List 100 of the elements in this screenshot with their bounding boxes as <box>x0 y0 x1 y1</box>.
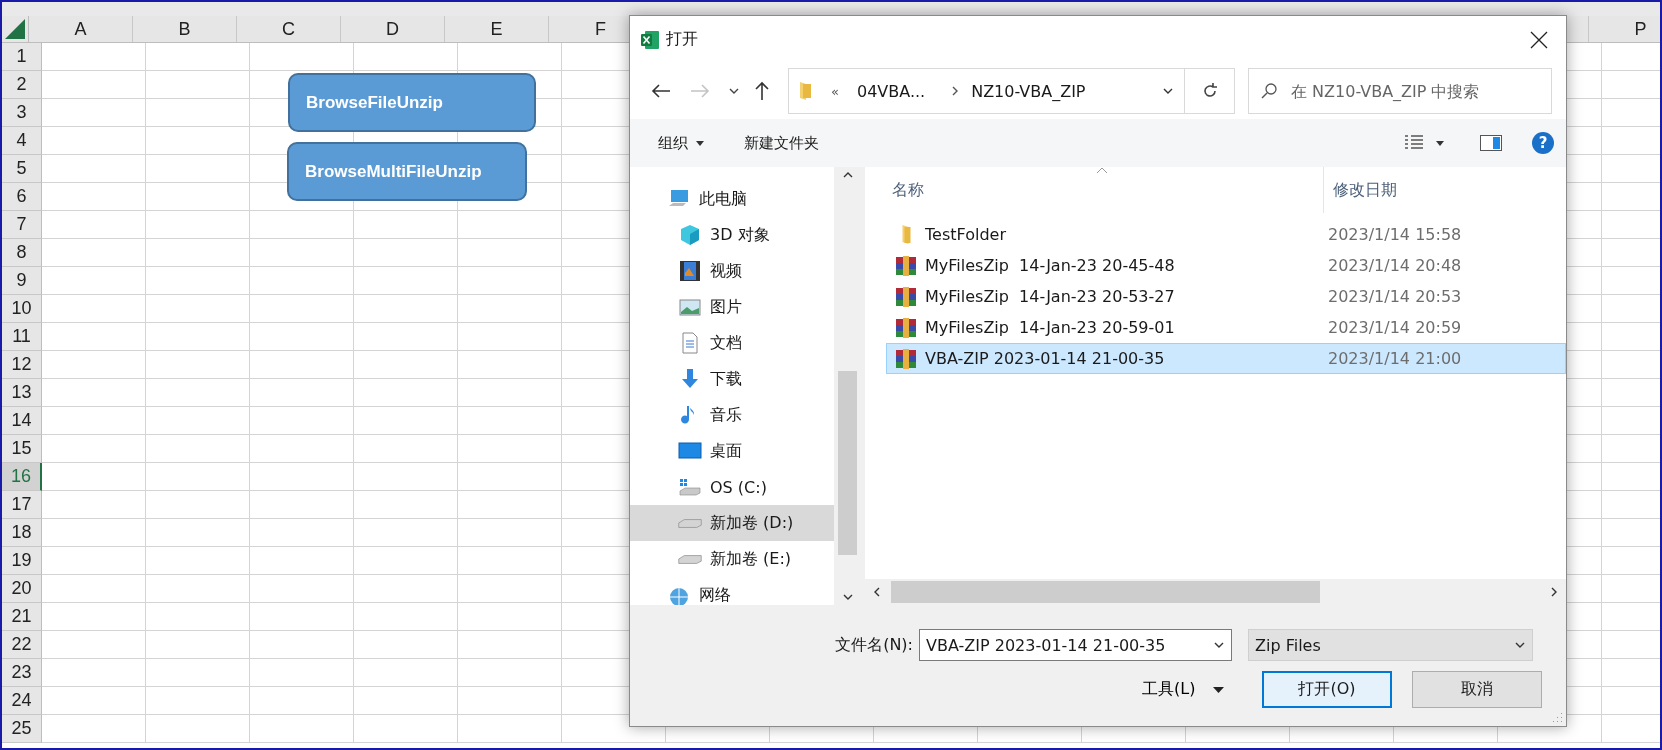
column-header[interactable]: B <box>178 18 191 40</box>
row-header[interactable]: 24 <box>2 687 42 715</box>
column-header[interactable]: F <box>595 18 606 40</box>
address-bar[interactable]: « 04VBA... NZ10-VBA_ZIP <box>788 68 1185 114</box>
breadcrumb[interactable]: 04VBA... <box>856 81 926 101</box>
folder-icon <box>799 81 813 101</box>
row-header[interactable]: 10 <box>2 295 42 323</box>
file-row[interactable]: MyFilesZip 14-Jan-23 20-53-27 2023/1/14 20:53 <box>886 281 1566 312</box>
row-header[interactable]: 25 <box>2 715 42 743</box>
cube-icon <box>678 223 702 247</box>
row-header[interactable]: 7 <box>2 211 42 239</box>
row-header[interactable]: 16 <box>2 463 42 491</box>
file-date: 2023/1/14 21:00 <box>1328 349 1462 368</box>
row-header[interactable]: 3 <box>2 99 42 127</box>
file-name: TestFolder <box>925 225 1007 244</box>
row-header[interactable]: 1 <box>2 43 42 71</box>
row-header[interactable]: 20 <box>2 575 42 603</box>
up-arrow-icon <box>754 81 770 101</box>
file-name: VBA-ZIP 2023-01-14 21-00-35 <box>925 349 1166 368</box>
column-header[interactable]: P <box>1634 18 1647 40</box>
right-arrow-icon <box>690 83 710 99</box>
file-row[interactable]: MyFilesZip 14-Jan-23 20-45-48 2023/1/14 20:48 <box>886 250 1566 281</box>
row-header[interactable]: 5 <box>2 155 42 183</box>
row-header[interactable]: 22 <box>2 631 42 659</box>
nav-item[interactable]: 下载 <box>630 361 834 397</box>
search-field[interactable]: 在 NZ10-VBA_ZIP 中搜索 <box>1248 68 1552 114</box>
chevron-down-icon <box>729 87 739 95</box>
column-header[interactable]: 名称 <box>892 179 1323 201</box>
row-header[interactable]: 6 <box>2 183 42 211</box>
row-header[interactable]: 15 <box>2 435 42 463</box>
tools-menu[interactable]: 工具(L) <box>1142 679 1242 700</box>
nav-item[interactable]: OS (C:) <box>630 469 834 505</box>
file-row[interactable]: TestFolder 2023/1/14 15:58 <box>886 219 1566 250</box>
scroll-thumb[interactable] <box>891 581 1320 603</box>
drive-icon <box>678 518 702 528</box>
scroll-thumb[interactable] <box>838 371 857 555</box>
dialog-title: 打开 <box>666 29 699 50</box>
close-icon <box>1530 30 1548 49</box>
filename-field[interactable]: VBA-ZIP 2023-01-14 21-00-35 <box>919 629 1232 661</box>
row-header[interactable]: 23 <box>2 659 42 687</box>
organize-menu[interactable]: 组织 <box>650 129 712 157</box>
open-button[interactable]: 打开(O) <box>1262 671 1392 708</box>
caret-icon <box>696 140 704 146</box>
nav-item[interactable]: 新加卷 (D:) <box>630 505 834 541</box>
row-header[interactable]: 8 <box>2 239 42 267</box>
column-header[interactable]: A <box>74 18 87 40</box>
file-type-select[interactable]: Zip Files <box>1248 629 1533 661</box>
folder-icon <box>902 225 911 244</box>
archive-icon <box>895 285 917 308</box>
row-header[interactable]: 14 <box>2 407 42 435</box>
cancel-button[interactable]: 取消 <box>1412 671 1542 708</box>
nav-item[interactable]: 桌面 <box>630 433 834 469</box>
nav-item[interactable]: 视频 <box>630 253 834 289</box>
file-date: 2023/1/14 20:53 <box>1328 287 1462 306</box>
row-header[interactable]: 9 <box>2 267 42 295</box>
file-name: MyFilesZip 14-Jan-23 20-45-48 <box>925 256 1176 275</box>
row-header[interactable]: 4 <box>2 127 42 155</box>
left-arrow-icon <box>651 83 671 99</box>
file-row[interactable]: VBA-ZIP 2023-01-14 21-00-35 2023/1/14 21:00 <box>886 343 1566 374</box>
caret-icon <box>1213 686 1225 693</box>
file-name: MyFilesZip 14-Jan-23 20-53-27 <box>925 287 1176 306</box>
file-date: 2023/1/14 20:59 <box>1328 318 1462 337</box>
file-date: 2023/1/14 15:58 <box>1328 225 1462 244</box>
archive-icon <box>895 254 917 277</box>
file-name: MyFilesZip 14-Jan-23 20-59-01 <box>925 318 1176 337</box>
drive-icon <box>678 554 702 564</box>
search-icon <box>1260 82 1278 100</box>
nav-item[interactable]: 音乐 <box>630 397 834 433</box>
help-button[interactable]: ? <box>1532 132 1554 154</box>
row-header[interactable]: 2 <box>2 71 42 99</box>
nav-item[interactable]: 图片 <box>630 289 834 325</box>
refresh-button[interactable] <box>1185 68 1235 114</box>
new-folder-button[interactable]: 新建文件夹 <box>736 129 827 157</box>
row-header[interactable]: 19 <box>2 547 42 575</box>
breadcrumb[interactable]: NZ10-VBA_ZIP <box>971 81 1086 101</box>
row-header[interactable]: 17 <box>2 491 42 519</box>
row-header[interactable]: 21 <box>2 603 42 631</box>
archive-icon <box>895 316 917 339</box>
file-row[interactable]: MyFilesZip 14-Jan-23 20-59-01 2023/1/14 20:59 <box>886 312 1566 343</box>
select-all-triangle-icon[interactable] <box>5 19 25 39</box>
row-header[interactable]: 13 <box>2 379 42 407</box>
nav-item[interactable]: 新加卷 (E:) <box>630 541 834 577</box>
nav-item[interactable]: 此电脑 <box>630 181 834 217</box>
nav-item[interactable]: 3D 对象 <box>630 217 834 253</box>
column-header[interactable]: C <box>282 18 295 40</box>
scrollbar[interactable] <box>865 579 1566 605</box>
nav-item[interactable]: 网络 <box>630 577 834 605</box>
archive-icon <box>895 347 917 370</box>
overflow-marker[interactable]: « <box>831 83 839 99</box>
nav-item[interactable]: 文档 <box>630 325 834 361</box>
row-header[interactable]: 11 <box>2 323 42 351</box>
sort-ascending-icon <box>1096 167 1108 174</box>
column-header[interactable]: E <box>490 18 503 40</box>
row-header[interactable]: 18 <box>2 519 42 547</box>
file-date: 2023/1/14 20:48 <box>1328 256 1462 275</box>
row-header[interactable]: 12 <box>2 351 42 379</box>
column-header[interactable]: 修改日期 <box>1333 179 1533 201</box>
column-header[interactable]: D <box>386 18 399 40</box>
resize-grip-icon[interactable] <box>1551 711 1563 723</box>
spreadsheet-app-icon <box>640 29 660 50</box>
